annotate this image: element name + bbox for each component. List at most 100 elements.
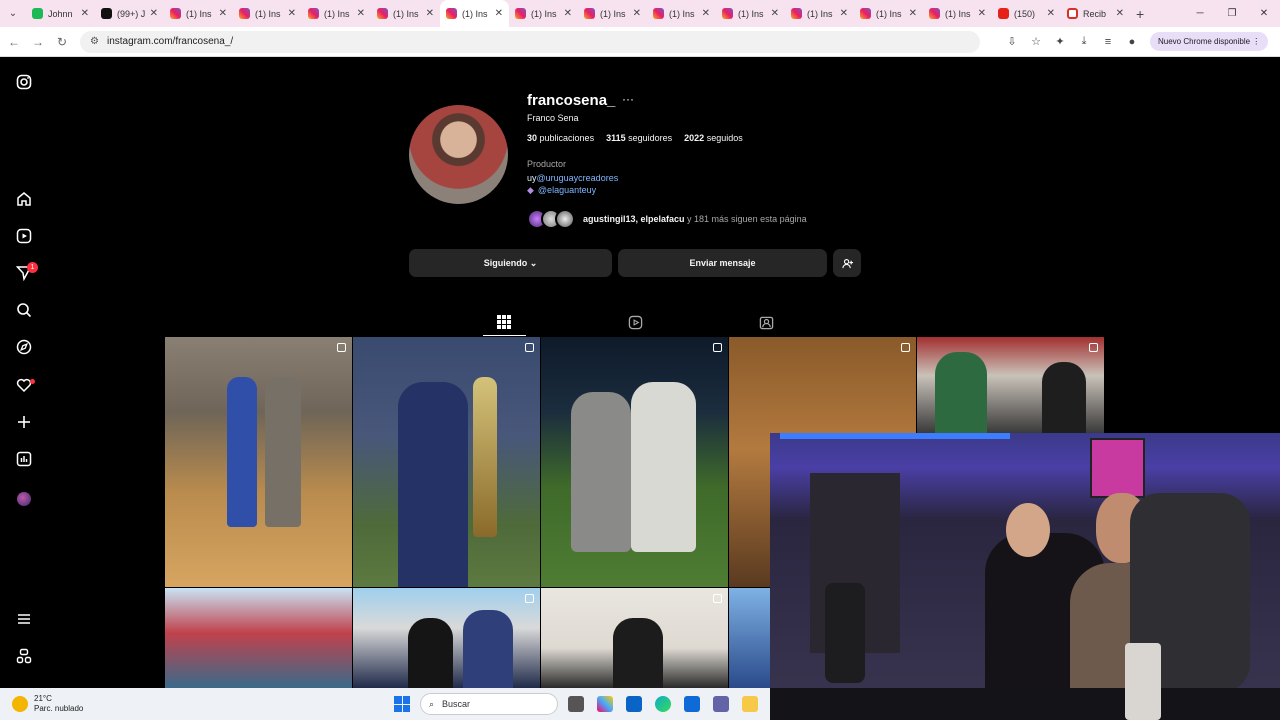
explore-icon[interactable] <box>14 337 34 357</box>
mutual-followers[interactable]: agustingil13, elpelafacu y 181 más sigue… <box>527 209 807 229</box>
browser-tab[interactable]: (99+) J ✕ <box>95 0 164 27</box>
tab-close-icon[interactable]: ✕ <box>150 8 158 19</box>
threads-icon: ◆ <box>527 185 534 195</box>
weather-widget[interactable]: 21°C Parc. nublado <box>12 694 362 714</box>
instagram-icon <box>239 8 250 19</box>
browser-tab[interactable]: (1) Ins ✕ <box>509 0 578 27</box>
site-info-icon[interactable]: ⚙ <box>90 36 99 47</box>
instagram-icon <box>377 8 388 19</box>
address-bar[interactable]: ⚙ instagram.com/francosena_/ <box>80 30 980 53</box>
browser-tab[interactable]: (1) Ins ✕ <box>440 0 509 27</box>
tab-close-icon[interactable]: ✕ <box>633 8 641 19</box>
file-explorer-icon[interactable] <box>742 696 758 712</box>
browser-tab-title: (1) Ins <box>393 8 419 19</box>
send-message-button[interactable]: Enviar mensaje <box>618 249 827 277</box>
following-stat[interactable]: 2022 seguidos <box>684 133 743 143</box>
suggest-user-button[interactable] <box>833 249 861 277</box>
bio-link-1[interactable]: uy@uruguaycreadores <box>527 173 618 183</box>
edge-icon[interactable] <box>655 696 671 712</box>
post-9[interactable] <box>729 588 770 688</box>
notifications-heart-icon[interactable] <box>14 375 34 395</box>
tab-search-icon[interactable]: ⌄ <box>0 8 26 19</box>
tab-close-icon[interactable]: ✕ <box>909 8 917 19</box>
minimize-icon[interactable]: ─ <box>1184 8 1216 19</box>
browser-tab[interactable]: (1) Ins ✕ <box>371 0 440 27</box>
window-close-icon[interactable]: ✕ <box>1248 8 1280 19</box>
media-control-icon[interactable]: ≡ <box>1096 36 1120 48</box>
browser-tab[interactable]: Recib ✕ <box>1061 0 1130 27</box>
create-plus-icon[interactable] <box>14 412 34 432</box>
restore-icon[interactable]: ❐ <box>1216 8 1248 19</box>
browser-tab[interactable]: (1) Ins ✕ <box>302 0 371 27</box>
task-view-icon[interactable] <box>568 696 584 712</box>
post-3[interactable] <box>541 337 728 587</box>
copilot-icon[interactable] <box>597 696 613 712</box>
profile-avatar[interactable]: ● <box>1120 36 1144 48</box>
followers-stat[interactable]: 3115 seguidores <box>606 133 672 143</box>
tab-close-icon[interactable]: ✕ <box>219 8 227 19</box>
browser-tab[interactable]: (150) ✕ <box>992 0 1061 27</box>
post-6[interactable] <box>165 588 352 688</box>
browser-tab[interactable]: (1) Ins ✕ <box>233 0 302 27</box>
more-menu-icon[interactable] <box>14 609 34 629</box>
browser-tab[interactable]: (1) Ins ✕ <box>785 0 854 27</box>
browser-tab[interactable]: Johnn ✕ <box>26 0 95 27</box>
post-5[interactable] <box>917 337 1104 433</box>
dashboard-icon[interactable] <box>14 449 34 469</box>
tab-close-icon[interactable]: ✕ <box>426 8 434 19</box>
extensions-icon[interactable]: ✦ <box>1048 35 1072 48</box>
install-app-icon[interactable]: ⇩ <box>1000 35 1024 48</box>
browser-tab[interactable]: (1) Ins ✕ <box>716 0 785 27</box>
tab-close-icon[interactable]: ✕ <box>495 8 503 19</box>
post-7[interactable] <box>353 588 540 688</box>
tab-close-icon[interactable]: ✕ <box>840 8 848 19</box>
tab-close-icon[interactable]: ✕ <box>978 8 986 19</box>
post-2[interactable] <box>353 337 540 587</box>
tab-close-icon[interactable]: ✕ <box>564 8 572 19</box>
tab-close-icon[interactable]: ✕ <box>81 8 89 19</box>
back-icon[interactable]: ← <box>2 35 26 49</box>
profile-options-icon[interactable]: ··· <box>622 92 634 106</box>
browser-tab[interactable]: (1) Ins ✕ <box>164 0 233 27</box>
browser-tab[interactable]: (1) Ins ✕ <box>854 0 923 27</box>
carousel-icon <box>525 343 534 352</box>
bio-link-2[interactable]: ◆ @elaguanteuy <box>527 185 596 196</box>
downloads-icon[interactable]: ⤓ <box>1072 35 1096 48</box>
tab-close-icon[interactable]: ✕ <box>357 8 365 19</box>
reload-icon[interactable]: ↻ <box>50 35 74 49</box>
tagged-tab-icon[interactable] <box>756 312 776 332</box>
profile-username: francosena_ <box>527 92 616 109</box>
reels-tab-icon[interactable] <box>625 312 645 332</box>
teams-icon[interactable] <box>713 696 729 712</box>
mutual-rest: y 181 más siguen esta página <box>684 214 807 224</box>
tab-close-icon[interactable]: ✕ <box>702 8 710 19</box>
weather-text: 21°C Parc. nublado <box>34 694 83 714</box>
posts-grid-tab-icon[interactable] <box>494 312 514 332</box>
bookmark-star-icon[interactable]: ☆ <box>1024 35 1048 48</box>
tab-close-icon[interactable]: ✕ <box>1116 8 1124 19</box>
taskbar-search[interactable]: ⌕ Buscar <box>420 693 558 715</box>
outlook-icon[interactable] <box>684 696 700 712</box>
post-8[interactable] <box>541 588 728 688</box>
tab-close-icon[interactable]: ✕ <box>288 8 296 19</box>
search-icon[interactable] <box>14 300 34 320</box>
following-button[interactable]: Siguiendo ⌄ <box>409 249 612 277</box>
home-icon[interactable] <box>14 189 34 209</box>
also-from-meta-icon[interactable] <box>14 646 34 666</box>
instagram-logo-icon[interactable] <box>14 72 34 92</box>
tab-close-icon[interactable]: ✕ <box>1047 8 1055 19</box>
profile-avatar-large[interactable] <box>409 105 508 204</box>
browser-tab[interactable]: (1) Ins ✕ <box>578 0 647 27</box>
new-tab-icon[interactable]: + <box>1136 6 1144 22</box>
browser-tab[interactable]: (1) Ins ✕ <box>647 0 716 27</box>
store-icon[interactable] <box>626 696 642 712</box>
reels-icon[interactable] <box>14 226 34 246</box>
profile-nav-avatar[interactable] <box>17 492 31 506</box>
browser-tab[interactable]: (1) Ins ✕ <box>923 0 992 27</box>
forward-icon[interactable]: → <box>26 35 50 49</box>
post-1[interactable] <box>165 337 352 587</box>
tab-close-icon[interactable]: ✕ <box>771 8 779 19</box>
windows-start-icon[interactable] <box>394 696 410 712</box>
chrome-update-button[interactable]: Nuevo Chrome disponible ⋮ <box>1150 32 1269 51</box>
browser-toolbar: ← → ↻ ⚙ instagram.com/francosena_/ ⇩ ☆ ✦… <box>0 27 1280 57</box>
